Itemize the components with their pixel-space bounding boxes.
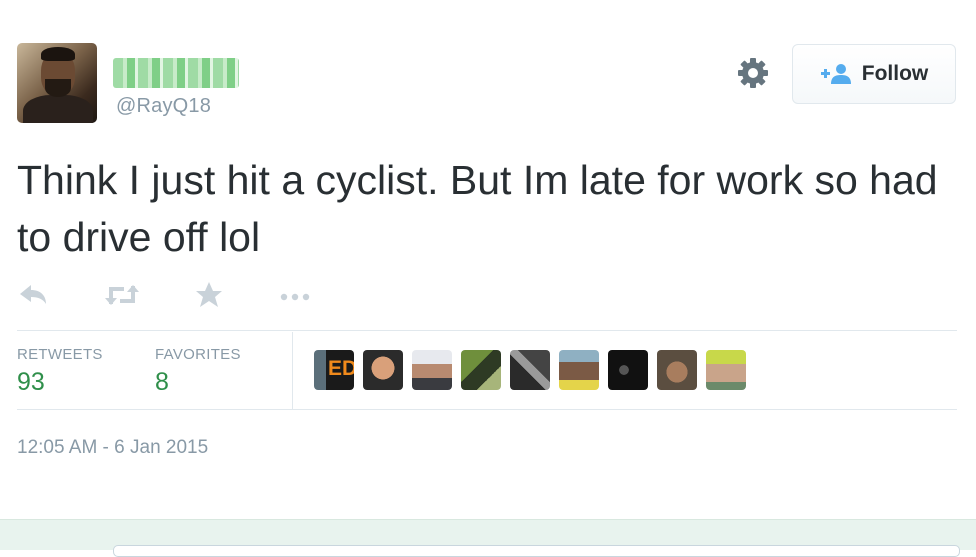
favorite-icon[interactable] bbox=[194, 280, 224, 315]
retweet-icon[interactable] bbox=[104, 280, 140, 315]
retweets-count[interactable]: 93 bbox=[17, 368, 45, 397]
favorites-count[interactable]: 8 bbox=[155, 368, 169, 397]
reply-input[interactable] bbox=[113, 545, 960, 557]
stats-top-divider bbox=[17, 330, 957, 331]
reply-icon[interactable] bbox=[18, 280, 48, 315]
favoriter-avatar-1[interactable]: ED bbox=[314, 350, 354, 390]
favoriter-avatar-8[interactable] bbox=[657, 350, 697, 390]
favoriter-avatar-2[interactable] bbox=[363, 350, 403, 390]
stats-bottom-divider bbox=[17, 409, 957, 410]
stats-separator bbox=[292, 332, 293, 409]
favoriter-avatar-6[interactable] bbox=[559, 350, 599, 390]
tweet-timestamp[interactable]: 12:05 AM - 6 Jan 2015 bbox=[17, 437, 208, 459]
tweet-text: Think I just hit a cyclist. But Im late … bbox=[17, 157, 938, 260]
gear-icon[interactable] bbox=[736, 56, 770, 90]
follow-button-label: Follow bbox=[861, 62, 929, 85]
retweets-label: RETWEETS bbox=[17, 346, 103, 363]
favoriter-avatar-3[interactable] bbox=[412, 350, 452, 390]
favoriter-avatar-5[interactable] bbox=[510, 350, 550, 390]
favoriter-avatar-4[interactable] bbox=[461, 350, 501, 390]
add-user-icon bbox=[820, 63, 852, 85]
more-icon[interactable] bbox=[278, 280, 314, 315]
profile-avatar[interactable] bbox=[17, 43, 97, 123]
favoriter-avatar-7[interactable] bbox=[608, 350, 648, 390]
favoriter-avatar-badge: ED bbox=[328, 357, 354, 380]
display-name-redacted[interactable] bbox=[113, 58, 239, 88]
favorites-label: FAVORITES bbox=[155, 346, 241, 363]
favoriter-avatar-9[interactable] bbox=[706, 350, 746, 390]
user-handle[interactable]: @RayQ18 bbox=[116, 95, 211, 118]
follow-button[interactable]: Follow bbox=[792, 44, 956, 104]
